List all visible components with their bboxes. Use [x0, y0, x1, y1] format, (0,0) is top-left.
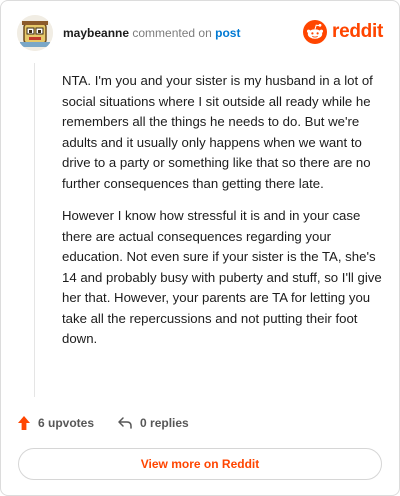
comment-paragraph: NTA. I'm you and your sister is my husba… — [62, 73, 373, 191]
replies-count: 0 replies — [140, 416, 189, 430]
reddit-logo-icon — [303, 20, 328, 44]
view-more-on-reddit-button[interactable]: View more on Reddit — [18, 448, 382, 480]
comment-header: maybeanne commented on post reddit — [17, 15, 383, 55]
thread-line — [34, 63, 35, 397]
comment-footer: 6 upvotes 0 replies — [17, 413, 212, 433]
replies-stat[interactable]: 0 replies — [117, 416, 189, 430]
comment-body: NTA. I'm you and your sister is my husba… — [62, 71, 382, 362]
upvotes-stat[interactable]: 6 upvotes — [17, 415, 94, 431]
upvotes-count: 6 upvotes — [38, 416, 95, 430]
comment-paragraph: However I know how stressful it is and i… — [62, 208, 382, 346]
comment-meta: maybeanne commented on post — [63, 26, 240, 40]
upvote-arrow-icon — [18, 416, 30, 430]
avatar-image-icon — [17, 15, 53, 51]
reddit-brand[interactable]: reddit — [303, 20, 383, 44]
username-link[interactable]: maybeanne — [63, 26, 129, 40]
reddit-wordmark: reddit — [332, 21, 383, 42]
reply-arrow-icon — [118, 417, 132, 429]
comment-card: maybeanne commented on post reddit NTA. … — [0, 0, 400, 496]
post-link[interactable]: post — [215, 26, 240, 40]
comment-action-text: commented on — [132, 26, 212, 40]
user-avatar[interactable] — [17, 15, 53, 51]
